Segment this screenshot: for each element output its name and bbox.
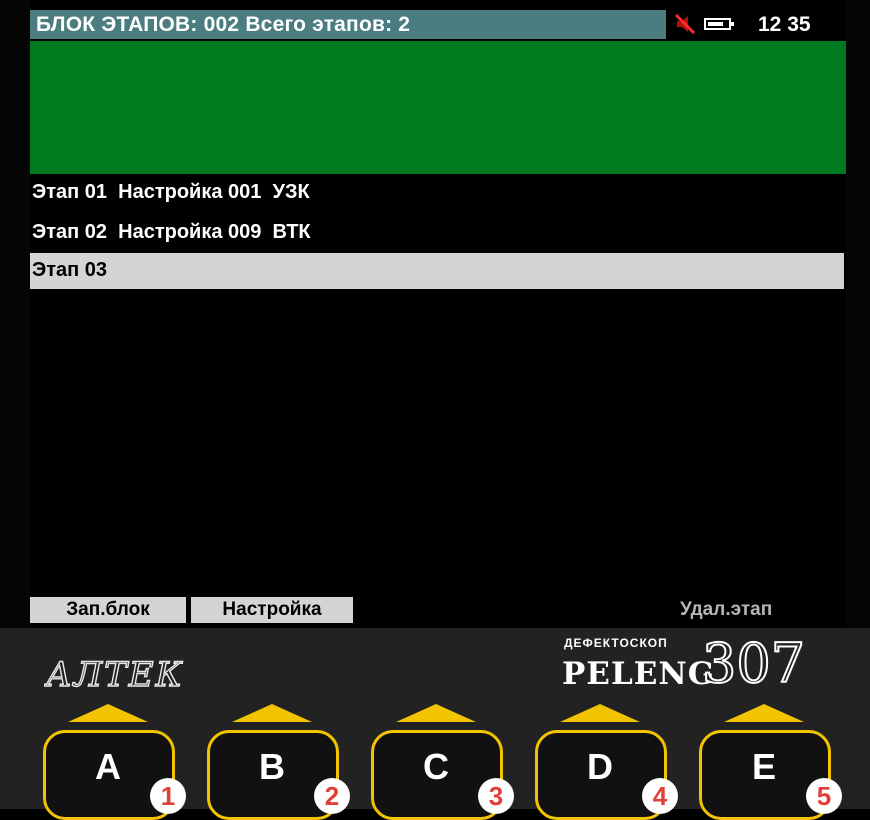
- screen-left-edge: [0, 0, 30, 628]
- hardware-key-e[interactable]: E 5: [694, 698, 842, 820]
- stage-label: Этап 03: [32, 259, 108, 281]
- stage-label: Этап 01 Настройка 001 УЗК: [32, 181, 310, 203]
- alter-logo: АЛТЕК: [44, 654, 184, 695]
- arrow-up-icon: [396, 704, 476, 722]
- hardware-key-b[interactable]: B 2: [202, 698, 350, 820]
- hardware-key-a[interactable]: A 1: [38, 698, 186, 820]
- device-model: 307: [701, 631, 806, 696]
- arrow-up-icon: [560, 704, 640, 722]
- settings-softkey[interactable]: Настройка: [191, 597, 353, 623]
- arrow-up-icon: [724, 704, 804, 722]
- stage-label: Этап 02 Настройка 009 ВТК: [32, 221, 311, 243]
- device-subtitle: ДЕФЕКТОСКОП: [564, 636, 668, 650]
- clock: 12 35: [758, 13, 811, 36]
- status-bar: 12 35: [666, 10, 846, 39]
- page-title: БЛОК ЭТАПОВ: 002 Всего этапов: 2: [36, 13, 411, 36]
- battery-icon: [704, 18, 734, 30]
- hardware-key-d[interactable]: D 4: [530, 698, 678, 820]
- stage-list-item-selected[interactable]: Этап 03: [30, 253, 844, 289]
- mute-icon: [674, 13, 696, 35]
- stage-list-item[interactable]: Этап 01 Настройка 001 УЗК: [30, 175, 844, 211]
- title-bar: БЛОК ЭТАПОВ: 002 Всего этапов: 2: [30, 10, 666, 39]
- device-front-panel: АЛТЕК ДЕФЕКТОСКОП PELENG 307 A 1 B 2 C 3…: [0, 628, 870, 820]
- signal-display-area: [30, 41, 846, 174]
- screen-right-edge: [846, 0, 870, 628]
- save-block-softkey[interactable]: Зап.блок: [30, 597, 186, 623]
- svg-text:АЛТЕК: АЛТЕК: [44, 655, 184, 695]
- stage-list-item[interactable]: Этап 02 Настройка 009 ВТК: [30, 215, 844, 251]
- delete-stage-softkey[interactable]: Удал.этап: [680, 597, 772, 623]
- hardware-key-c[interactable]: C 3: [366, 698, 514, 820]
- arrow-up-icon: [68, 704, 148, 722]
- device-screen: БЛОК ЭТАПОВ: 002 Всего этапов: 2 12 35 Э…: [0, 0, 870, 628]
- device-brand: PELENG: [562, 656, 716, 692]
- arrow-up-icon: [232, 704, 312, 722]
